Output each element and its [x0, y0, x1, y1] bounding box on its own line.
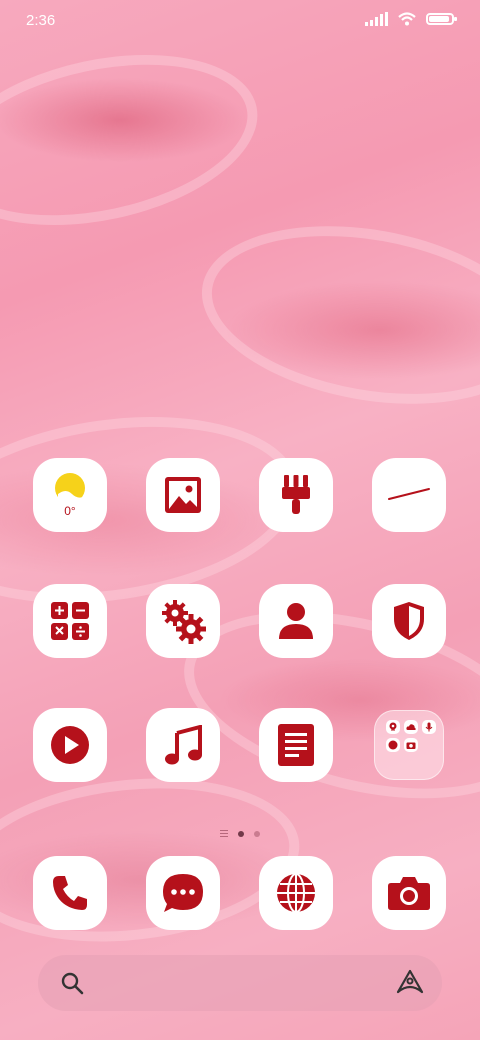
status-icons: [365, 12, 457, 26]
settings-app[interactable]: [146, 584, 220, 658]
status-time: 2:36: [26, 12, 56, 29]
notes-app[interactable]: [372, 458, 446, 532]
contacts-app[interactable]: [259, 584, 333, 658]
camera-small-icon: [406, 742, 416, 749]
camera-app[interactable]: [372, 856, 446, 930]
cloud-icon: [406, 724, 416, 730]
assistant-icon[interactable]: [396, 969, 424, 995]
page-indicator[interactable]: [0, 830, 480, 837]
theme-app[interactable]: [259, 458, 333, 532]
chat-bubble-icon: [163, 874, 203, 912]
search-bar[interactable]: [38, 955, 442, 1011]
page-dot-active: [238, 830, 244, 837]
shield-icon: [394, 602, 424, 640]
messages-app[interactable]: [146, 856, 220, 930]
list-view-icon: [220, 830, 228, 837]
microphone-icon: [425, 722, 433, 732]
folder-item: [386, 738, 400, 752]
security-app[interactable]: [372, 584, 446, 658]
wallpaper-swirl: [0, 28, 274, 252]
signal-icon: [365, 12, 388, 26]
documents-app[interactable]: [259, 708, 333, 782]
camera-icon: [388, 877, 430, 910]
battery-icon: [426, 13, 457, 25]
location-icon: [389, 722, 397, 731]
folder-item: [404, 720, 418, 734]
weather-app[interactable]: 0°: [33, 458, 107, 532]
sun-icon: [55, 473, 86, 506]
search-input[interactable]: [98, 969, 362, 999]
phone-app[interactable]: [33, 856, 107, 930]
paint-brush-icon: [282, 475, 310, 514]
wallpaper-swirl: [187, 201, 480, 429]
page-dot: [254, 830, 260, 837]
app-folder[interactable]: [374, 710, 444, 780]
calculator-app[interactable]: [33, 584, 107, 658]
play-icon: [51, 726, 89, 764]
video-app[interactable]: [33, 708, 107, 782]
phone-icon: [53, 876, 87, 910]
image-icon: [165, 477, 201, 513]
document-icon: [278, 724, 314, 766]
search-icon: [61, 972, 84, 995]
folder-item: [386, 720, 400, 734]
calculator-icon: [51, 602, 89, 640]
folder-item: [404, 738, 418, 752]
globe-icon: [277, 873, 315, 913]
person-icon: [279, 603, 313, 639]
wifi-icon: [398, 12, 416, 26]
folder-item: [422, 720, 436, 734]
compass-icon: [388, 740, 398, 750]
gears-icon: [162, 600, 206, 644]
gallery-app[interactable]: [146, 458, 220, 532]
status-bar: 2:36: [0, 0, 480, 40]
music-note-icon: [165, 725, 202, 765]
browser-app[interactable]: [259, 856, 333, 930]
music-app[interactable]: [146, 708, 220, 782]
weather-temperature: 0°: [64, 504, 76, 518]
pen-stroke-icon: [388, 488, 430, 500]
